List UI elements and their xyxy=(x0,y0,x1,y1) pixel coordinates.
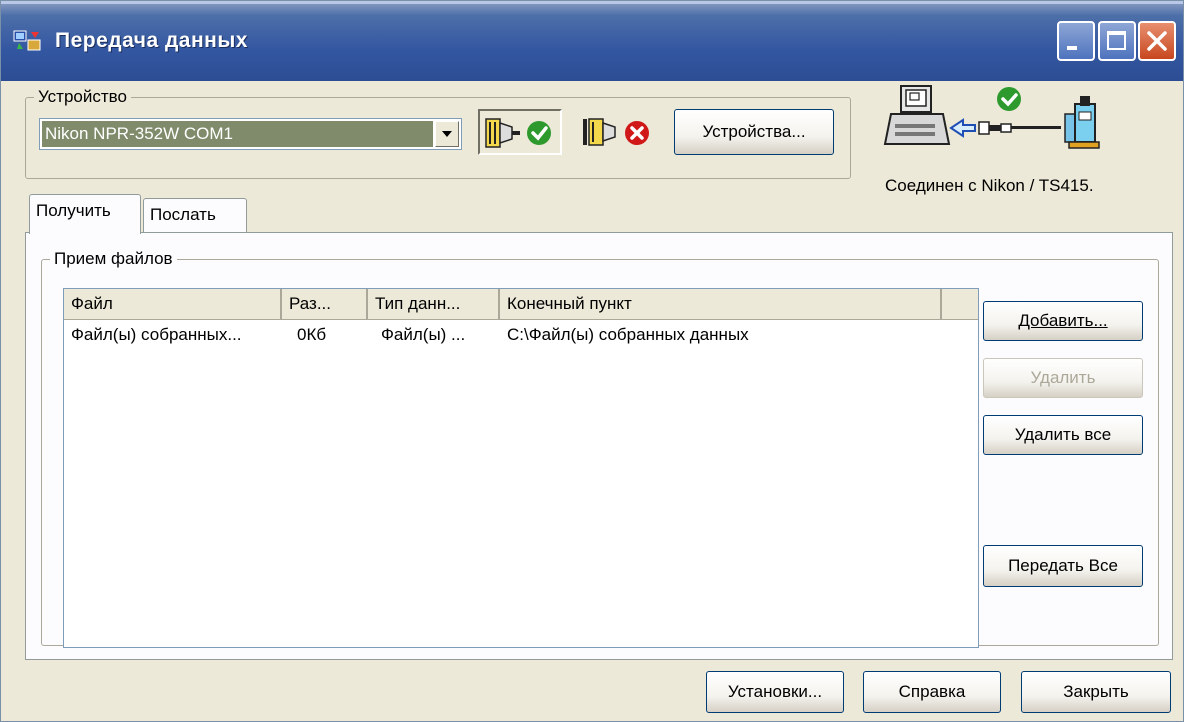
cell-size: 0Кб xyxy=(297,325,327,344)
tab-send-label: Послать xyxy=(150,205,216,224)
column-header-file[interactable]: Файл xyxy=(64,289,282,319)
maximize-button[interactable] xyxy=(1098,21,1136,61)
data-transfer-window: Передача данных Устройство Nikon NPR-352… xyxy=(0,0,1184,722)
app-icon xyxy=(13,30,41,51)
settings-button[interactable]: Установки... xyxy=(706,671,844,713)
minimize-button[interactable] xyxy=(1057,21,1095,61)
title-bar[interactable]: Передача данных xyxy=(1,1,1183,81)
column-header-data-type[interactable]: Тип данн... xyxy=(368,289,500,319)
column-header-filler xyxy=(942,289,978,319)
devices-button[interactable]: Устройства... xyxy=(674,109,834,155)
computer-to-total-station-link-icon xyxy=(883,85,1100,149)
maximize-icon xyxy=(1107,31,1126,50)
device-select-dropdown-button[interactable] xyxy=(435,121,459,147)
disconnect-icon xyxy=(583,118,649,146)
delete-all-button-label: Удалить все xyxy=(1014,425,1112,444)
close-button[interactable]: Закрыть xyxy=(1021,671,1171,713)
tab-receive-label: Получить xyxy=(36,201,111,220)
transfer-all-button-label: Передать Все xyxy=(1008,556,1118,575)
cell-file: Файл(ы) собранных... xyxy=(71,325,242,344)
close-button-label: Закрыть xyxy=(1063,682,1129,701)
minimize-icon xyxy=(1067,46,1077,50)
tab-send[interactable]: Послать xyxy=(143,198,247,232)
receive-file-list[interactable]: Файл Раз... Тип данн... Конечный пункт Ф… xyxy=(63,288,979,648)
help-button-label: Справка xyxy=(898,682,966,701)
close-icon xyxy=(1147,31,1167,51)
list-header: Файл Раз... Тип данн... Конечный пункт xyxy=(64,289,978,320)
add-button-label: Добавить... xyxy=(1018,311,1108,330)
help-button[interactable]: Справка xyxy=(863,671,1001,713)
settings-button-label: Установки... xyxy=(727,682,823,701)
delete-button[interactable]: Удалить xyxy=(983,358,1143,398)
column-header-destination[interactable]: Конечный пункт xyxy=(500,289,942,319)
delete-button-label: Удалить xyxy=(1030,368,1096,387)
delete-all-button[interactable]: Удалить все xyxy=(983,415,1143,455)
add-button[interactable]: Добавить... xyxy=(983,301,1143,341)
device-group-label: Устройство xyxy=(34,87,131,107)
devices-button-label: Устройства... xyxy=(702,122,806,141)
connect-icon xyxy=(485,118,551,148)
chevron-down-icon xyxy=(442,131,452,137)
connect-button[interactable] xyxy=(478,109,562,155)
receive-files-group-label: Прием файлов xyxy=(50,249,177,269)
transfer-all-button[interactable]: Передать Все xyxy=(983,545,1143,587)
connection-status: Соединен с Nikon / TS415. xyxy=(885,176,1094,195)
device-select-value: Nikon NPR-352W COM1 xyxy=(42,121,433,147)
title-bar-highlight xyxy=(1,1,1183,4)
cell-data-type: Файл(ы) ... xyxy=(381,325,466,344)
column-header-size[interactable]: Раз... xyxy=(282,289,368,319)
close-window-button[interactable] xyxy=(1138,21,1176,61)
tab-receive[interactable]: Получить xyxy=(29,194,141,234)
disconnect-button[interactable] xyxy=(575,109,665,155)
window-title: Передача данных xyxy=(55,29,248,52)
cell-destination: C:\Файл(ы) собранных данных xyxy=(507,325,749,344)
table-row[interactable]: Файл(ы) собранных... 0Кб Файл(ы) ... C:\… xyxy=(64,321,978,349)
device-select[interactable]: Nikon NPR-352W COM1 xyxy=(39,118,462,150)
